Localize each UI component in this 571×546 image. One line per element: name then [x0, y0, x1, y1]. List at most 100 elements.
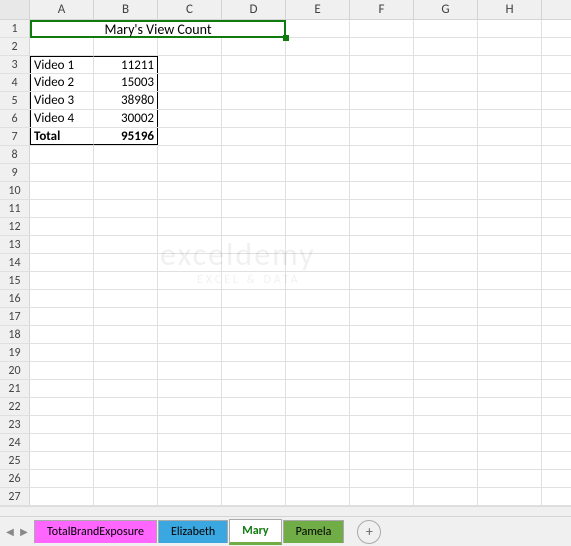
cell[interactable]	[286, 272, 350, 289]
row-header[interactable]: 26	[0, 470, 30, 487]
col-header-E[interactable]: E	[286, 0, 350, 19]
row-header[interactable]: 11	[0, 200, 30, 217]
row-header[interactable]: 18	[0, 326, 30, 343]
cell[interactable]	[158, 236, 222, 253]
cell[interactable]	[30, 362, 94, 379]
cell[interactable]	[30, 416, 94, 433]
cell[interactable]	[222, 308, 286, 325]
cell[interactable]	[478, 92, 542, 109]
cell[interactable]	[94, 272, 158, 289]
cell[interactable]	[94, 434, 158, 451]
row-header[interactable]: 24	[0, 434, 30, 451]
cell[interactable]	[286, 290, 350, 307]
cell[interactable]	[94, 344, 158, 361]
cell[interactable]: 15003	[94, 74, 158, 91]
cell[interactable]	[222, 290, 286, 307]
cell[interactable]	[222, 344, 286, 361]
cell[interactable]	[414, 56, 478, 73]
cell[interactable]	[286, 92, 350, 109]
cell[interactable]: Video 4	[30, 110, 94, 127]
cell[interactable]	[158, 218, 222, 235]
cell[interactable]	[30, 182, 94, 199]
cell[interactable]	[414, 110, 478, 127]
cell[interactable]	[350, 344, 414, 361]
cell[interactable]	[414, 272, 478, 289]
row-header[interactable]: 10	[0, 182, 30, 199]
cell[interactable]	[158, 470, 222, 487]
cell[interactable]	[94, 200, 158, 217]
cell[interactable]	[478, 110, 542, 127]
cell[interactable]	[94, 326, 158, 343]
spreadsheet-grid[interactable]: A B C D E F G H Mary's View Count 123Vid…	[0, 0, 571, 508]
cell[interactable]	[478, 56, 542, 73]
cell[interactable]	[286, 218, 350, 235]
cell[interactable]	[350, 56, 414, 73]
sheet-tab-totalbrandexposure[interactable]: TotalBrandExposure	[34, 520, 157, 543]
title-cell-selected[interactable]: Mary's View Count	[30, 20, 286, 38]
cell[interactable]	[222, 218, 286, 235]
cell[interactable]	[350, 380, 414, 397]
cell[interactable]	[350, 416, 414, 433]
cell[interactable]	[222, 434, 286, 451]
row-header[interactable]: 12	[0, 218, 30, 235]
cell[interactable]: 38980	[94, 92, 158, 109]
row-header[interactable]: 22	[0, 398, 30, 415]
cell[interactable]	[286, 164, 350, 181]
cell[interactable]	[350, 488, 414, 505]
cell[interactable]	[350, 110, 414, 127]
cell[interactable]	[350, 362, 414, 379]
cell[interactable]	[478, 344, 542, 361]
col-header-F[interactable]: F	[350, 0, 414, 19]
cell[interactable]: Video 2	[30, 74, 94, 91]
cell[interactable]	[350, 200, 414, 217]
row-header[interactable]: 15	[0, 272, 30, 289]
row-header[interactable]: 8	[0, 146, 30, 163]
row-header[interactable]: 27	[0, 488, 30, 505]
cell[interactable]	[30, 326, 94, 343]
cell[interactable]	[158, 182, 222, 199]
cell[interactable]	[30, 254, 94, 271]
cell[interactable]: Video 3	[30, 92, 94, 109]
cell[interactable]	[30, 380, 94, 397]
fill-handle[interactable]	[283, 35, 289, 41]
cell[interactable]	[158, 164, 222, 181]
cell[interactable]	[94, 146, 158, 163]
cell[interactable]	[222, 380, 286, 397]
cell[interactable]	[158, 362, 222, 379]
cell[interactable]	[414, 362, 478, 379]
row-header[interactable]: 6	[0, 110, 30, 127]
cell[interactable]	[158, 416, 222, 433]
cell[interactable]	[478, 434, 542, 451]
cell[interactable]	[158, 434, 222, 451]
cell[interactable]	[478, 200, 542, 217]
cell[interactable]	[94, 218, 158, 235]
cell[interactable]	[414, 218, 478, 235]
cell[interactable]	[350, 128, 414, 145]
cell[interactable]	[478, 38, 542, 55]
cell[interactable]	[222, 398, 286, 415]
col-header-A[interactable]: A	[30, 0, 94, 19]
cell[interactable]	[158, 380, 222, 397]
cell[interactable]	[158, 290, 222, 307]
cell[interactable]	[222, 38, 286, 55]
cell[interactable]	[94, 308, 158, 325]
cell[interactable]	[478, 20, 542, 37]
cell[interactable]	[222, 128, 286, 145]
cell[interactable]	[414, 146, 478, 163]
cell[interactable]	[286, 326, 350, 343]
cell[interactable]	[286, 128, 350, 145]
cell[interactable]	[350, 308, 414, 325]
row-header[interactable]: 19	[0, 344, 30, 361]
row-header[interactable]: 2	[0, 38, 30, 55]
cell[interactable]	[158, 272, 222, 289]
cell[interactable]	[158, 56, 222, 73]
cell[interactable]	[222, 362, 286, 379]
cell[interactable]	[414, 398, 478, 415]
cell[interactable]	[158, 200, 222, 217]
cell[interactable]	[222, 200, 286, 217]
cell[interactable]	[158, 110, 222, 127]
cell[interactable]	[478, 398, 542, 415]
cell[interactable]	[286, 362, 350, 379]
cell[interactable]	[94, 452, 158, 469]
cell[interactable]	[158, 308, 222, 325]
